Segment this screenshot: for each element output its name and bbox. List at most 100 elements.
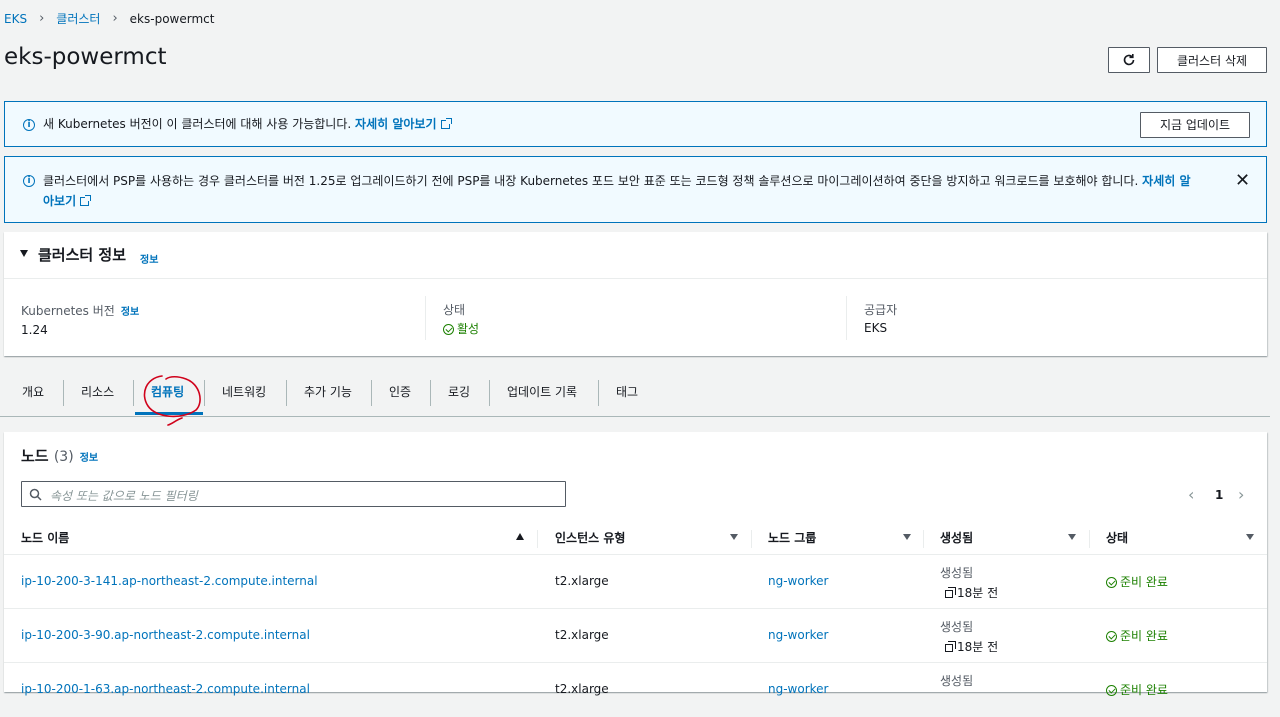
info-link[interactable]: 정보 — [121, 307, 139, 318]
success-icon — [1106, 577, 1117, 588]
node-filter-input[interactable]: 속성 또는 값으로 노드 필터링 — [21, 481, 566, 507]
tab-divider — [133, 380, 134, 406]
column-divider — [1089, 530, 1090, 548]
created-label: 생성됨 — [940, 620, 974, 634]
caret-down-icon — [20, 250, 28, 257]
info-icon: i — [23, 119, 35, 131]
column-divider — [923, 530, 924, 548]
node-name-link[interactable]: ip-10-200-1-63.ap-northeast-2.compute.in… — [21, 682, 310, 696]
chevron-right-icon: › — [39, 11, 45, 26]
node-status: 준비 완료 — [1106, 681, 1168, 698]
column-header-node-group[interactable]: 노드 그룹 — [768, 522, 816, 554]
created-value: 18분 전 — [945, 584, 998, 601]
tab-divider — [489, 380, 490, 406]
node-group-link[interactable]: ng-worker — [768, 574, 828, 588]
chevron-right-icon[interactable]: › — [1238, 485, 1244, 504]
page-number[interactable]: 1 — [1215, 488, 1223, 502]
panel-header[interactable]: 클러스터 정보 정보 — [4, 232, 1267, 279]
provider-value: EKS — [864, 321, 888, 335]
learn-more-link-cont[interactable]: 아보기 — [43, 194, 92, 208]
success-icon — [1106, 685, 1117, 696]
psp-warning-banner: i 클러스터에서 PSP를 사용하는 경우 클러스터를 버전 1.25로 업그레… — [4, 156, 1267, 223]
provider-label: 공급자 — [864, 303, 898, 317]
table-row: ip-10-200-1-63.ap-northeast-2.compute.in… — [4, 662, 1267, 717]
created-label: 생성됨 — [940, 674, 974, 688]
update-available-banner: i 새 Kubernetes 버전이 이 클러스터에 대해 사용 가능합니다. … — [4, 101, 1267, 147]
column-divider — [537, 530, 538, 548]
search-icon — [29, 488, 42, 501]
sort-icon[interactable] — [730, 534, 738, 540]
k8s-version-label: Kubernetes 버전 정보 — [21, 304, 140, 318]
breadcrumb: EKS › 클러스터 › eks-powermct — [4, 10, 214, 27]
learn-more-link[interactable]: 자세히 알아보기 — [355, 117, 452, 131]
info-icon: i — [23, 175, 35, 187]
chevron-left-icon[interactable]: ‹ — [1188, 485, 1194, 504]
sort-icon[interactable] — [1068, 534, 1076, 540]
nodes-panel: 노드 (3) 정보 속성 또는 값으로 노드 필터링 ‹ 1 › 노드 이름 인스… — [4, 432, 1267, 697]
column-header-created[interactable]: 생성됨 — [940, 522, 973, 554]
table-header: 노드 이름 인스턴스 유형 노드 그룹 생성됨 상태 — [4, 522, 1267, 554]
filter-placeholder: 속성 또는 값으로 노드 필터링 — [50, 489, 198, 503]
node-group-link[interactable]: ng-worker — [768, 628, 828, 642]
tab-divider — [371, 380, 372, 406]
tab-overview[interactable]: 개요 — [22, 376, 44, 408]
tab-update-history[interactable]: 업데이트 기록 — [507, 376, 577, 408]
tab-divider — [63, 380, 64, 406]
copy-icon — [945, 587, 956, 598]
node-name-link[interactable]: ip-10-200-3-90.ap-northeast-2.compute.in… — [21, 628, 310, 642]
tab-tags[interactable]: 태그 — [616, 376, 638, 408]
node-group-link[interactable]: ng-worker — [768, 682, 828, 696]
column-divider — [751, 530, 752, 548]
k8s-version-value: 1.24 — [21, 323, 48, 337]
external-link-icon — [80, 195, 92, 206]
created-value: 18분 전 — [945, 638, 998, 655]
cluster-info-panel: 클러스터 정보 정보 Kubernetes 버전 정보 1.24 상태 활성 공급… — [4, 232, 1267, 356]
divider — [425, 296, 426, 340]
instance-type: t2.xlarge — [555, 682, 609, 696]
chevron-right-icon: › — [112, 11, 118, 26]
banner-text: 새 Kubernetes 버전이 이 클러스터에 대해 사용 가능합니다. — [43, 117, 352, 131]
tab-divider — [598, 380, 599, 406]
node-name-link[interactable]: ip-10-200-3-141.ap-northeast-2.compute.i… — [21, 574, 318, 588]
status-label: 상태 — [443, 303, 466, 317]
tab-authentication[interactable]: 인증 — [389, 376, 411, 408]
annotation-circle — [143, 375, 201, 426]
success-icon — [443, 324, 454, 335]
instance-type: t2.xlarge — [555, 574, 609, 588]
refresh-icon — [1123, 54, 1135, 66]
breadcrumb-eks[interactable]: EKS — [4, 12, 27, 26]
copy-icon — [945, 641, 956, 652]
sort-ascending-icon[interactable] — [516, 533, 524, 540]
sort-icon[interactable] — [903, 534, 911, 540]
table-row: ip-10-200-3-141.ap-northeast-2.compute.i… — [4, 554, 1267, 609]
tab-logging[interactable]: 로깅 — [448, 376, 470, 408]
info-link[interactable]: 정보 — [80, 453, 98, 464]
tab-divider — [286, 380, 287, 406]
table-row: ip-10-200-3-90.ap-northeast-2.compute.in… — [4, 608, 1267, 663]
tab-networking[interactable]: 네트워킹 — [222, 376, 266, 408]
column-header-status[interactable]: 상태 — [1106, 522, 1128, 554]
divider — [846, 296, 847, 340]
page-title: eks-powermct — [4, 44, 167, 70]
banner-text: 클러스터에서 PSP를 사용하는 경우 클러스터를 버전 1.25로 업그레이드… — [43, 174, 1139, 188]
cluster-info-heading: 클러스터 정보 — [38, 246, 127, 264]
info-link[interactable]: 정보 — [140, 251, 158, 266]
nodes-count: (3) — [53, 449, 74, 465]
status-value: 활성 — [443, 320, 479, 337]
learn-more-link[interactable]: 자세히 알 — [1142, 174, 1190, 188]
external-link-icon — [440, 118, 452, 129]
update-now-button[interactable]: 지금 업데이트 — [1140, 112, 1250, 138]
refresh-button[interactable] — [1108, 47, 1150, 73]
close-icon[interactable]: ✕ — [1235, 171, 1250, 191]
nodes-heading: 노드 (3) 정보 — [21, 447, 99, 465]
delete-cluster-button[interactable]: 클러스터 삭제 — [1157, 47, 1267, 73]
column-header-name[interactable]: 노드 이름 — [21, 522, 69, 554]
tab-add-ons[interactable]: 추가 기능 — [304, 376, 352, 408]
tab-resources[interactable]: 리소스 — [81, 376, 114, 408]
tab-divider — [430, 380, 431, 406]
sort-icon[interactable] — [1246, 534, 1254, 540]
breadcrumb-clusters[interactable]: 클러스터 — [56, 10, 100, 27]
column-header-instance-type[interactable]: 인스턴스 유형 — [555, 522, 625, 554]
created-label: 생성됨 — [940, 566, 974, 580]
node-status: 준비 완료 — [1106, 627, 1168, 644]
